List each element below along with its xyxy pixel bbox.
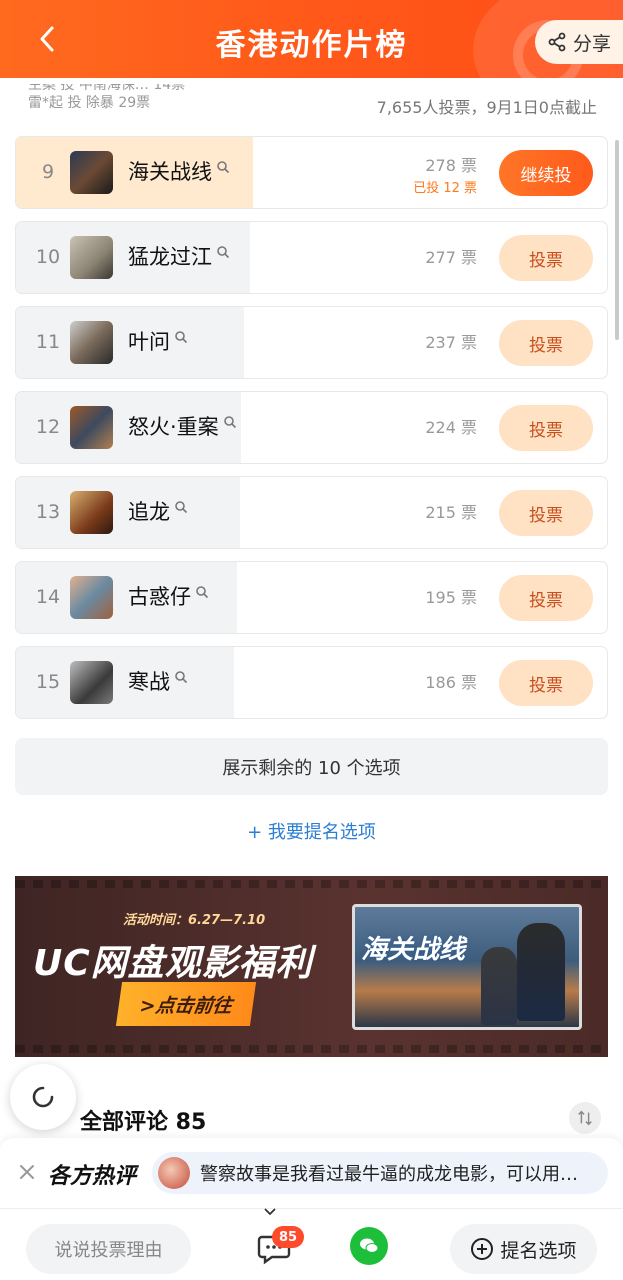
banner-headline: UC网盘观影福利	[33, 943, 313, 984]
film-strip-decoration	[15, 880, 608, 888]
poster-figure	[517, 923, 565, 1021]
avatar	[158, 1157, 190, 1189]
plus-circle-icon	[471, 1238, 494, 1260]
movie-poster-thumbnail	[70, 236, 113, 279]
movie-name-text: 怒火·重案	[128, 415, 219, 439]
vote-count: 224 票	[425, 418, 477, 437]
comments-title: 全部评论 85	[80, 1110, 207, 1135]
movie-name[interactable]: 叶问	[128, 307, 188, 378]
rank-number: 11	[35, 331, 61, 353]
ranking-row[interactable]: 14 古惑仔 195 票 投票	[15, 561, 608, 634]
search-icon[interactable]	[174, 670, 188, 684]
search-icon[interactable]	[216, 160, 230, 174]
rank-number: 10	[35, 246, 61, 268]
vote-count: 215 票	[425, 503, 477, 522]
sort-icon[interactable]	[569, 1102, 601, 1134]
movie-poster-thumbnail	[70, 321, 113, 364]
continue-vote-button[interactable]: 继续投	[499, 150, 593, 196]
vote-button[interactable]: 投票	[499, 235, 593, 281]
ranking-row[interactable]: 15 寒战 186 票 投票	[15, 646, 608, 719]
search-icon[interactable]	[195, 585, 209, 599]
film-strip-decoration	[15, 1045, 608, 1053]
movie-name-text: 海关战线	[128, 160, 212, 184]
poster-figure	[481, 947, 517, 1025]
movie-name[interactable]: 寒战	[128, 647, 188, 718]
already-voted-count: 已投 12 票	[413, 181, 477, 196]
movie-poster-thumbnail	[70, 661, 113, 704]
page-title: 香港动作片榜	[215, 28, 408, 63]
ranking-row[interactable]: 11 叶问 237 票 投票	[15, 306, 608, 379]
movie-name[interactable]: 海关战线	[128, 137, 230, 208]
ranking-row[interactable]: 13 追龙 215 票 投票	[15, 476, 608, 549]
movie-name-text: 古惑仔	[128, 585, 191, 609]
movie-name-text: 寒战	[128, 670, 170, 694]
search-icon[interactable]	[174, 330, 188, 344]
movie-name[interactable]: 追龙	[128, 477, 188, 548]
vote-count: 277 票	[425, 248, 477, 267]
poster-title: 海关战线	[361, 935, 466, 965]
rank-number: 9	[41, 161, 55, 183]
refresh-icon	[32, 1086, 54, 1108]
ticker-line: 雷*起 投 除暴 29票	[28, 95, 151, 111]
vote-button[interactable]: 投票	[499, 320, 593, 366]
nominate-label: 提名选项	[500, 1239, 577, 1262]
search-icon[interactable]	[216, 245, 230, 259]
share-icon	[548, 32, 566, 52]
wechat-share-button[interactable]	[350, 1227, 388, 1265]
vote-reason-input[interactable]: 说说投票理由	[26, 1224, 191, 1274]
hot-comment-text: 警察故事是我看过最牛逼的成龙电影，可以用…	[200, 1164, 578, 1185]
movie-name-text: 猛龙过江	[128, 245, 212, 269]
ticker-line: 主案 投 中南海保… 14票	[28, 84, 186, 93]
chevron-down-icon[interactable]	[262, 1206, 278, 1218]
movie-poster-thumbnail	[70, 406, 113, 449]
vote-count: 186 票	[425, 673, 477, 692]
recent-votes-ticker: 主案 投 中南海保… 14票 雷*起 投 除暴 29票	[28, 84, 228, 120]
wechat-icon	[360, 1238, 379, 1253]
rank-number: 15	[35, 671, 61, 693]
promo-banner[interactable]: 活动时间：6.27—7.10 UC网盘观影福利 >点击前往 海关战线	[15, 876, 608, 1057]
ranking-row[interactable]: 9 海关战线 278 票 已投 12 票 继续投	[15, 136, 608, 209]
vote-count: 237 票	[425, 333, 477, 352]
nominate-link[interactable]: + 我要提名选项	[0, 818, 623, 844]
share-label: 分享	[572, 32, 611, 55]
vote-count: 278 票	[425, 156, 477, 175]
vote-info: 主案 投 中南海保… 14票 雷*起 投 除暴 29票 7,655人投票，9月1…	[0, 78, 623, 128]
movie-poster-thumbnail	[70, 576, 113, 619]
hot-comments-bar: 各方热评 警察故事是我看过最牛逼的成龙电影，可以用…	[0, 1138, 623, 1208]
rank-number: 12	[35, 416, 61, 438]
banner-time: 活动时间：6.27—7.10	[123, 913, 266, 928]
ranking-row[interactable]: 12 怒火·重案 224 票 投票	[15, 391, 608, 464]
movie-poster-thumbnail	[70, 151, 113, 194]
vote-button[interactable]: 投票	[499, 490, 593, 536]
vote-button[interactable]: 投票	[499, 660, 593, 706]
bottom-action-bar: 说说投票理由 提名选项	[0, 1208, 623, 1280]
vote-summary: 7,655人投票，9月1日0点截止	[376, 98, 597, 117]
hot-comment-item[interactable]: 警察故事是我看过最牛逼的成龙电影，可以用…	[152, 1152, 608, 1194]
vote-button[interactable]: 投票	[499, 405, 593, 451]
share-button[interactable]: 分享	[534, 20, 623, 64]
search-icon[interactable]	[223, 415, 237, 429]
movie-name[interactable]: 怒火·重案	[128, 392, 237, 463]
vote-count: 195 票	[425, 588, 477, 607]
movie-poster-thumbnail	[70, 491, 113, 534]
movie-name[interactable]: 古惑仔	[128, 562, 209, 633]
nominate-button[interactable]: 提名选项	[450, 1224, 597, 1274]
hot-comments-label: 各方热评	[48, 1164, 137, 1189]
movie-name-text: 追龙	[128, 500, 170, 524]
search-icon[interactable]	[174, 500, 188, 514]
close-icon[interactable]	[17, 1162, 37, 1182]
refresh-button[interactable]	[10, 1064, 76, 1130]
ranking-row[interactable]: 10 猛龙过江 277 票 投票	[15, 221, 608, 294]
movie-name-text: 叶问	[128, 330, 170, 354]
show-more-button[interactable]: 展示剩余的 10 个选项	[15, 738, 608, 795]
banner-movie-poster: 海关战线	[352, 904, 582, 1030]
movie-name[interactable]: 猛龙过江	[128, 222, 230, 293]
scrollbar[interactable]	[615, 140, 619, 340]
comment-count-badge: 85	[272, 1226, 304, 1248]
rank-number: 14	[35, 586, 61, 608]
rank-number: 13	[35, 501, 61, 523]
header-bar: 香港动作片榜 分享	[0, 0, 623, 78]
vote-button[interactable]: 投票	[499, 575, 593, 621]
banner-cta-button[interactable]: >点击前往	[115, 982, 257, 1026]
